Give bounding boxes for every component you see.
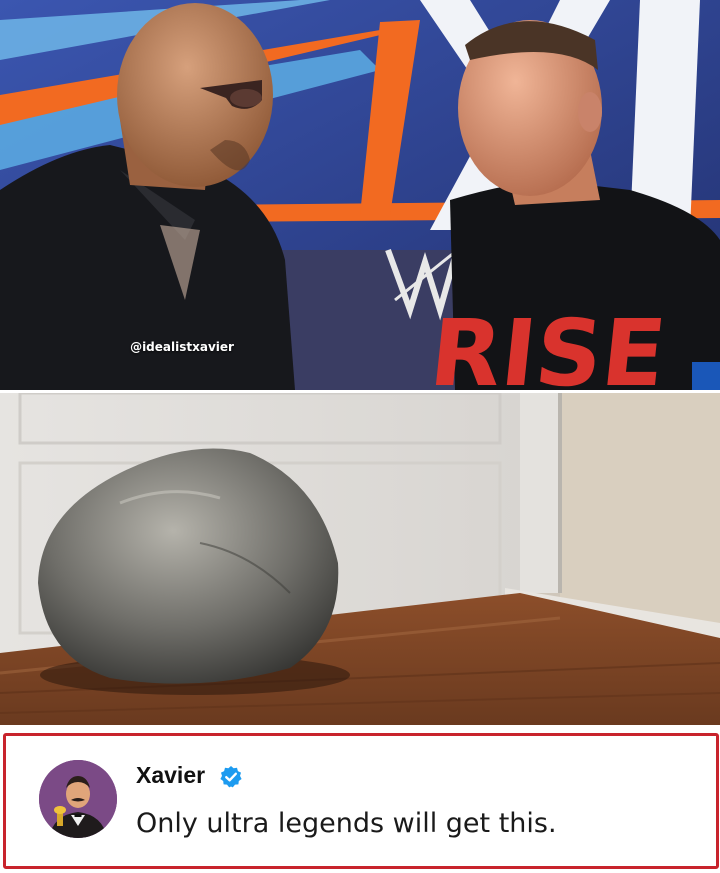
svg-text:RISE: RISE (425, 299, 671, 390)
wrestlers-photo: RISE @idealistxavier (0, 0, 720, 390)
verified-badge-shape (220, 766, 242, 788)
cartoon-avatar-icon[interactable] (39, 760, 117, 838)
comment-author-name[interactable]: Xavier (136, 762, 205, 789)
comment-card: Xavier Only ultra legends will get this. (3, 733, 719, 869)
verified-badge-icon (219, 765, 243, 789)
wrestlers-photo-illustration: RISE (0, 0, 720, 390)
watermark-handle: @idealistxavier (130, 340, 234, 354)
rock-doorstop-illustration (0, 393, 720, 725)
rock-doorstop-photo (0, 393, 720, 725)
avatar-illustration (39, 760, 117, 838)
comment-text: Only ultra legends will get this. (136, 808, 557, 839)
